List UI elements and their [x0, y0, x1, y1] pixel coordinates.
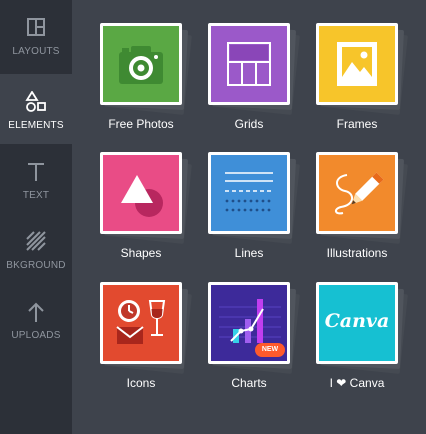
sidebar-item-background[interactable]: BKGROUND: [0, 214, 72, 284]
lines-icon: [225, 172, 273, 212]
sidebar-item-elements[interactable]: ELEMENTS: [0, 74, 72, 144]
icons-icon: [116, 300, 166, 344]
tile-label: I ❤ Canva: [329, 376, 385, 390]
tile-label: Grids: [234, 117, 264, 131]
shapes-thumbnail: [100, 152, 182, 234]
canva-logo-icon: Canva: [324, 310, 390, 332]
tile-free-photos[interactable]: Free Photos: [100, 23, 202, 141]
sidebar-item-label: TEXT: [22, 190, 50, 201]
tile-frames[interactable]: Frames: [316, 23, 418, 141]
illustrations-thumbnail: [316, 152, 398, 234]
grids-thumbnail: [208, 23, 290, 105]
charts-thumbnail: NEW: [208, 282, 290, 364]
sidebar-item-layouts[interactable]: LAYOUTS: [0, 0, 72, 70]
tile-charts[interactable]: NEW Charts: [208, 282, 310, 400]
text-icon: [0, 161, 72, 185]
free-photos-thumbnail: [100, 23, 182, 105]
tile-icons[interactable]: Icons: [100, 282, 202, 400]
lines-thumbnail: [208, 152, 290, 234]
elements-panel: Free Photos Grids Frames Shapes Lines Il…: [72, 0, 426, 434]
sidebar-item-uploads[interactable]: UPLOADS: [0, 284, 72, 354]
canva-thumbnail: Canva: [316, 282, 398, 364]
tile-lines[interactable]: Lines: [208, 152, 310, 270]
layouts-icon: [0, 17, 72, 41]
tile-label: Icons: [126, 376, 156, 390]
camera-icon: [119, 46, 163, 84]
sidebar-item-label: ELEMENTS: [8, 120, 64, 131]
tile-label: Frames: [336, 117, 378, 131]
grid-icon: [227, 42, 271, 86]
sidebar-item-label: UPLOADS: [11, 330, 61, 341]
tile-label: Lines: [234, 246, 264, 260]
tile-label: Free Photos: [108, 117, 174, 131]
upload-icon: [0, 301, 72, 325]
tile-label: Charts: [231, 376, 267, 390]
tile-illustrations[interactable]: Illustrations: [316, 152, 418, 270]
background-icon: [0, 231, 72, 255]
new-badge: NEW: [261, 346, 279, 353]
tile-i-love-canva[interactable]: Canva I ❤ Canva: [316, 282, 418, 400]
sidebar-item-text[interactable]: TEXT: [0, 144, 72, 214]
sidebar: LAYOUTS ELEMENTS TEXT BKGROUND UPLOADS: [0, 0, 72, 434]
tile-label: Shapes: [120, 246, 162, 260]
shapes-icon: [121, 175, 163, 217]
tile-grids[interactable]: Grids: [208, 23, 310, 141]
pencil-icon: [335, 172, 384, 215]
tile-label: Illustrations: [326, 246, 388, 260]
elements-icon: [0, 91, 72, 115]
frame-icon: [337, 42, 377, 86]
icons-thumbnail: [100, 282, 182, 364]
frames-thumbnail: [316, 23, 398, 105]
sidebar-item-label: BKGROUND: [6, 260, 66, 271]
tile-shapes[interactable]: Shapes: [100, 152, 202, 270]
sidebar-item-label: LAYOUTS: [12, 46, 60, 57]
